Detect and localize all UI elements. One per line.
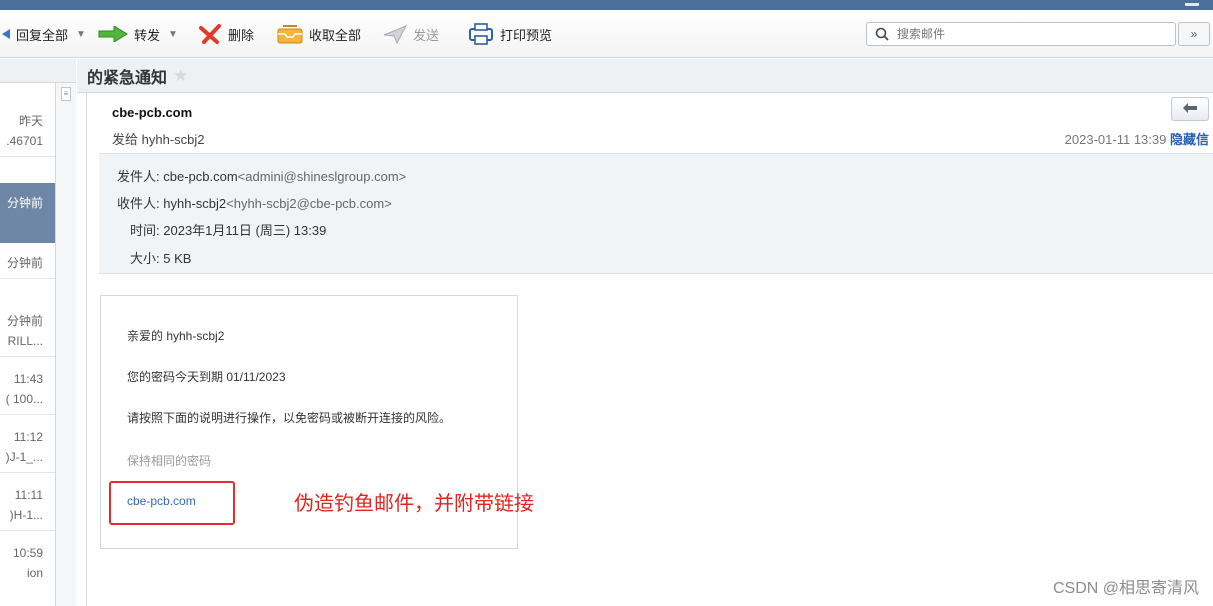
printer-icon (468, 23, 494, 45)
message-details: 发件人: cbe-pcb.com<admini@shineslgroup.com… (99, 153, 1213, 274)
list-item[interactable]: 昨天 .46701 (0, 111, 55, 157)
list-item[interactable]: 分钟前 RILL... (0, 311, 55, 357)
to-name[interactable]: hyhh-scbj2 (142, 132, 205, 147)
to-prefix: 发给 (112, 132, 139, 147)
message-date-line: 2023-01-11 13:39 隐藏信 (1065, 129, 1209, 148)
reading-pane: cbe-pcb.com 发给 hyhh-scbj2 2023-01-11 13:… (86, 93, 1213, 606)
phishing-link[interactable]: cbe-pcb.com (127, 494, 196, 508)
time-row: 时间: 2023年1月11日 (周三) 13:39 (130, 223, 327, 238)
double-chevron-down-icon: » (1190, 27, 1198, 41)
send-button[interactable]: 发送 (383, 22, 439, 46)
reply-all-button[interactable]: 回复全部 ▼ (0, 22, 86, 46)
star-icon[interactable]: ★ (173, 66, 188, 86)
search-options-button[interactable]: » (1178, 22, 1210, 46)
body-keep-password: 保持相同的密码 (127, 454, 212, 468)
hide-details-link[interactable]: 隐藏信 (1170, 132, 1209, 147)
reply-arrow-icon (1182, 102, 1198, 117)
recipient-line: 发给 hyhh-scbj2 (112, 129, 205, 148)
inbox-tray-icon (277, 24, 303, 44)
from-row: 发件人: cbe-pcb.com<admini@shineslgroup.com… (117, 169, 407, 184)
minimize-icon[interactable] (1185, 3, 1199, 6)
list-item[interactable]: 分钟前 (0, 253, 55, 279)
reply-all-icon (0, 27, 10, 41)
list-item[interactable]: 11:43 ( 100... (0, 369, 55, 415)
window-top-bar (0, 0, 1213, 10)
delete-button[interactable]: 删除 (198, 22, 254, 46)
mail-toolbar: 回复全部 ▼ 转发 ▼ 删除 收取全部 发送 打印预览 搜索邮件 » (0, 10, 1213, 58)
print-preview-button[interactable]: 打印预览 (468, 22, 552, 46)
to-row: 收件人: hyhh-scbj2<hyhh-scbj2@cbe-pcb.com> (117, 196, 392, 211)
search-input[interactable] (897, 27, 1137, 41)
forward-label: 转发 (134, 27, 161, 43)
reply-button[interactable] (1171, 97, 1209, 121)
forward-arrow-icon (98, 26, 128, 42)
scrollbar-grip-icon[interactable]: ≡ (61, 87, 71, 101)
list-item[interactable]: 10:59 ion (0, 543, 55, 583)
receive-all-label: 收取全部 (309, 27, 362, 43)
reply-all-label: 回复全部 (16, 27, 69, 43)
forward-button[interactable]: 转发 ▼ (98, 22, 178, 46)
message-subject: 的紧急通知 (87, 69, 168, 87)
body-greeting: 亲爱的 hyhh-scbj2 (127, 329, 225, 343)
receive-all-button[interactable]: 收取全部 (277, 22, 361, 46)
watermark: CSDN @相思寄清风 (1052, 580, 1199, 597)
size-row: 大小: 5 KB (130, 251, 192, 266)
chevron-down-icon[interactable]: ▼ (76, 29, 86, 40)
list-item[interactable]: 分钟前 (0, 183, 55, 243)
send-label: 发送 (413, 27, 440, 43)
list-item[interactable]: 11:12 )J-1_... (0, 427, 55, 473)
print-preview-label: 打印预览 (500, 27, 553, 43)
message-list-header (0, 59, 76, 83)
sender-name[interactable]: cbe-pcb.com (112, 105, 192, 120)
subject-bar: 的紧急通知 ★ (77, 59, 1213, 93)
chevron-down-icon[interactable]: ▼ (168, 29, 178, 40)
delete-label: 删除 (228, 27, 255, 43)
body-expire-notice: 您的密码今天到期 01/11/2023 (127, 370, 286, 384)
message-list-scrollbar[interactable]: ≡ (55, 83, 76, 606)
search-field[interactable] (866, 22, 1176, 46)
annotation-label: 伪造钓鱼邮件，并附带链接 (294, 493, 534, 515)
paper-plane-icon (383, 24, 407, 44)
message-date: 2023-01-11 13:39 (1064, 132, 1167, 147)
search-icon (875, 27, 889, 41)
delete-x-icon (198, 24, 222, 44)
message-list-panel: ≡ 昨天 .46701 分钟前 分钟前 分钟前 RILL... 11:43 ( … (0, 59, 76, 606)
body-instruction: 请按照下面的说明进行操作，以免密码或被断开连接的风险。 (127, 411, 452, 425)
list-item[interactable]: 11:11 )H-1... (0, 485, 55, 531)
